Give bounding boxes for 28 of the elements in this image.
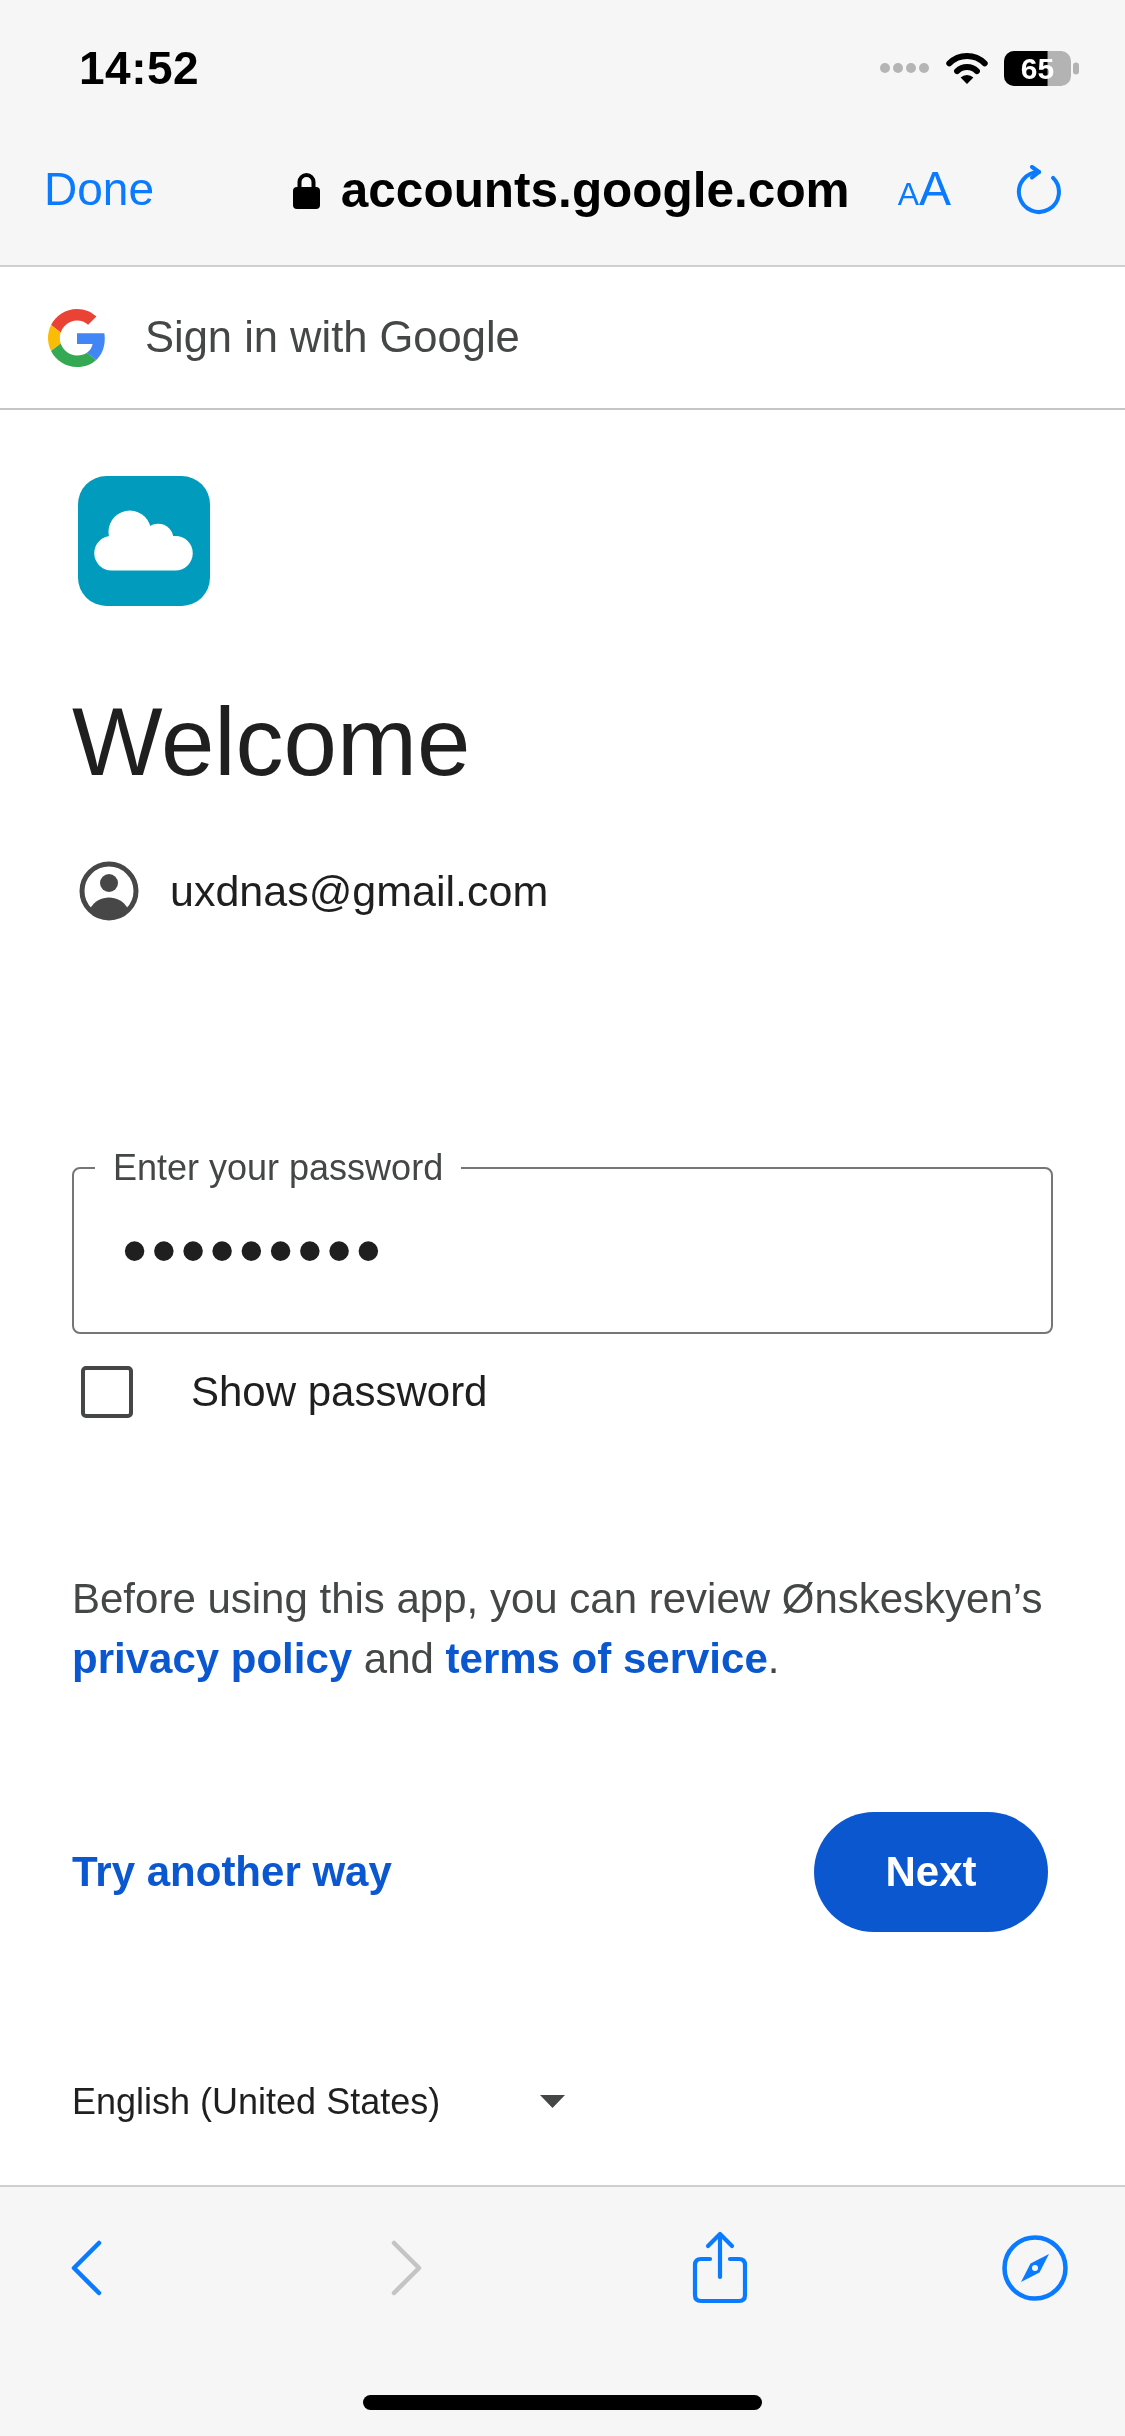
language-select[interactable]: English (United States) — [72, 2080, 566, 2124]
status-time: 14:52 — [79, 41, 200, 95]
text-size-button[interactable]: AA — [897, 163, 951, 216]
chevron-left-icon[interactable] — [70, 2240, 102, 2296]
wifi-icon — [944, 51, 990, 85]
inline-link[interactable]: terms of service — [445, 1635, 768, 1682]
person-circle-icon — [79, 861, 139, 921]
field-label: Enter your password — [112, 1147, 445, 1189]
caret-down-icon — [540, 2095, 566, 2109]
done-button[interactable]: Done — [44, 163, 154, 216]
checkbox[interactable] — [81, 1366, 133, 1418]
masked-password: ••••••••• — [122, 1213, 385, 1286]
lock-icon — [292, 170, 320, 209]
welcome-title: Welcome — [72, 687, 471, 797]
reload-icon[interactable] — [1015, 164, 1063, 215]
next-button[interactable]: Next — [814, 1812, 1048, 1932]
consent-text: Before using this app, you can review Ønskeskyen’s privacy policy and terms of service. — [72, 1574, 1044, 1684]
header-title: Sign in with Google — [145, 313, 520, 362]
signal-icon — [879, 62, 930, 74]
checkbox-label[interactable]: Show password — [191, 1368, 488, 1416]
inline-link[interactable]: privacy policy — [72, 1635, 353, 1682]
g-logo-icon — [48, 308, 106, 367]
cloud-app-icon — [78, 476, 210, 606]
url-text: accounts.google.com — [340, 161, 850, 218]
share-icon[interactable] — [691, 2231, 749, 2305]
account-email: uxdnas@gmail.com — [170, 866, 549, 916]
try-another-way-button[interactable]: Try another way — [72, 1846, 392, 1898]
compass-icon[interactable] — [1002, 2235, 1068, 2301]
